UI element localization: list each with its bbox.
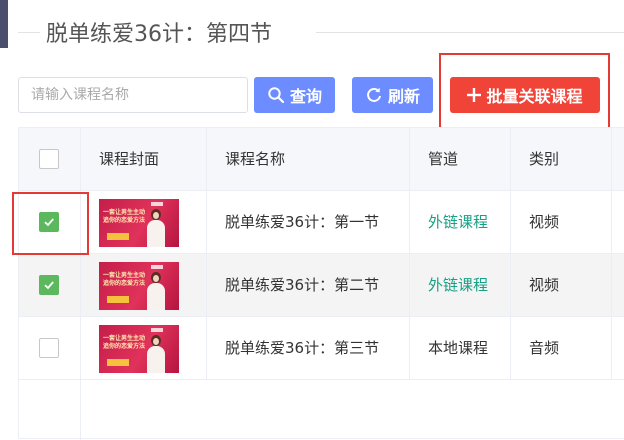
query-button-label: 查询 bbox=[289, 87, 322, 106]
title-divider-right bbox=[316, 32, 624, 33]
table-header-row: 课程封面 课程名称 管道 类别 bbox=[19, 128, 624, 191]
column-divider bbox=[409, 128, 410, 380]
course-channel[interactable]: 外链课程 bbox=[428, 191, 494, 253]
header-category: 类别 bbox=[529, 150, 560, 168]
course-cover-image: 一套让男生主动追你的恋爱方法 bbox=[99, 262, 179, 310]
course-category: 视频 bbox=[529, 276, 560, 294]
course-category: 视频 bbox=[529, 213, 560, 231]
highlight-box-batch-button bbox=[439, 53, 610, 133]
course-channel[interactable]: 本地课程 bbox=[428, 317, 494, 379]
row-checkbox[interactable] bbox=[39, 338, 59, 358]
select-all-checkbox[interactable] bbox=[39, 149, 59, 169]
cover-text: 一套让男生主动追你的恋爱方法 bbox=[103, 335, 146, 350]
cover-text: 一套让男生主动追你的恋爱方法 bbox=[103, 209, 146, 224]
cover-logo bbox=[151, 328, 163, 332]
cover-person bbox=[147, 272, 165, 310]
check-icon bbox=[44, 281, 54, 290]
course-name: 脱单练爱36计：第三节 bbox=[225, 339, 380, 357]
cover-person bbox=[147, 209, 165, 247]
query-button[interactable]: 查询 bbox=[254, 77, 335, 113]
search-icon bbox=[267, 86, 285, 104]
refresh-button-label: 刷新 bbox=[387, 87, 420, 106]
cover-person bbox=[147, 335, 165, 373]
column-divider bbox=[611, 128, 612, 380]
column-divider bbox=[206, 128, 207, 380]
header-cover: 课程封面 bbox=[99, 150, 160, 168]
refresh-icon bbox=[365, 86, 383, 104]
course-search-input[interactable] bbox=[18, 77, 248, 113]
refresh-button[interactable]: 刷新 bbox=[352, 77, 433, 113]
course-name: 脱单练爱36计：第二节 bbox=[225, 276, 380, 294]
page-header: 脱单练爱36计：第四节 bbox=[0, 0, 624, 60]
row-checkbox[interactable] bbox=[39, 275, 59, 295]
course-category: 音频 bbox=[529, 339, 560, 357]
course-table: 课程封面 课程名称 管道 类别 一套让男生主动追你的恋爱方法 脱单练爱36计：第… bbox=[18, 127, 624, 440]
header-channel: 管道 bbox=[428, 150, 459, 168]
cover-text: 一套让男生主动追你的恋爱方法 bbox=[103, 272, 146, 287]
table-row[interactable]: 一套让男生主动追你的恋爱方法 脱单练爱36计：第二节 外链课程 视频 bbox=[19, 254, 624, 317]
course-name: 脱单练爱36计：第一节 bbox=[225, 213, 380, 231]
cover-logo bbox=[151, 202, 163, 206]
course-cover-image: 一套让男生主动追你的恋爱方法 bbox=[99, 325, 179, 373]
cover-tag bbox=[107, 296, 129, 303]
highlight-box-row-checkbox bbox=[12, 192, 89, 255]
course-cover-image: 一套让男生主动追你的恋爱方法 bbox=[99, 199, 179, 247]
table-row[interactable]: 一套让男生主动追你的恋爱方法 脱单练爱36计：第一节 外链课程 视频 bbox=[19, 191, 624, 254]
column-divider bbox=[80, 128, 81, 440]
course-channel[interactable]: 外链课程 bbox=[428, 254, 494, 316]
page-title: 脱单练爱36计：第四节 bbox=[46, 22, 272, 47]
title-divider-left bbox=[18, 32, 40, 33]
column-divider bbox=[510, 128, 511, 380]
cover-tag bbox=[107, 233, 129, 240]
cover-tag bbox=[107, 359, 129, 366]
cover-logo bbox=[151, 265, 163, 269]
table-row[interactable]: 一套让男生主动追你的恋爱方法 脱单练爱36计：第三节 本地课程 音频 bbox=[19, 317, 624, 380]
header-name: 课程名称 bbox=[225, 150, 286, 168]
